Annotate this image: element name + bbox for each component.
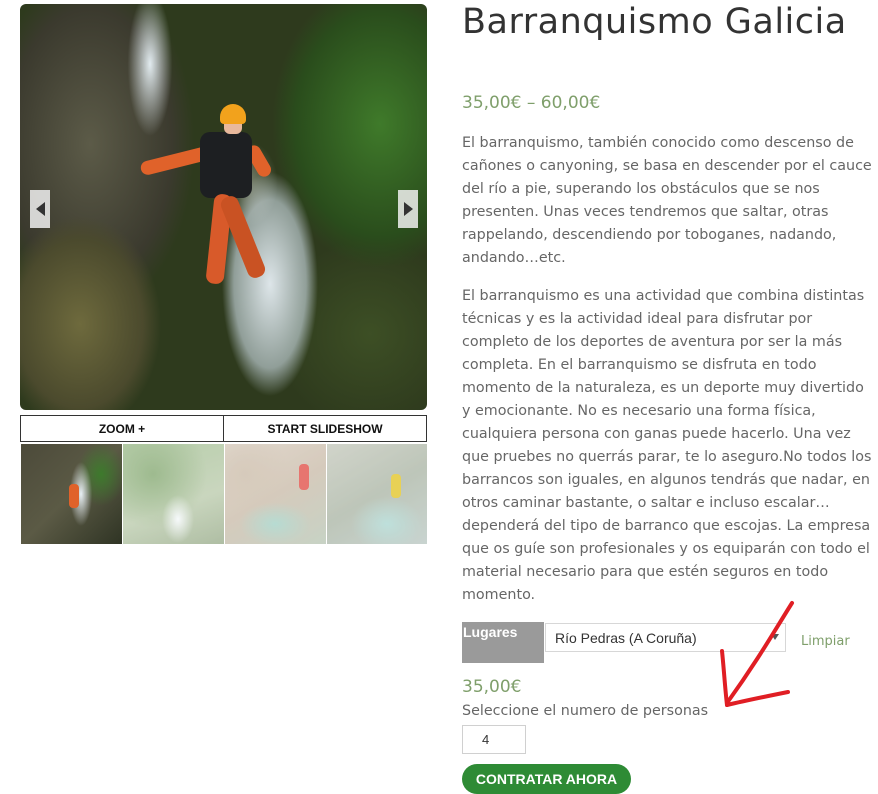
thumbnail-2[interactable] — [123, 444, 224, 544]
buy-now-button[interactable]: CONTRATAR AHORA — [462, 764, 631, 794]
clear-selection-link[interactable]: Limpiar — [801, 634, 850, 649]
gallery-next-button[interactable] — [398, 190, 418, 228]
location-select[interactable]: Río Pedras (A Coruña) — [545, 623, 786, 652]
quantity-input[interactable]: 4 — [462, 725, 526, 754]
slideshow-button[interactable]: START SLIDESHOW — [223, 416, 426, 441]
product-description-paragraph: El barranquismo, también conocido como d… — [462, 135, 872, 266]
chevron-right-icon — [403, 202, 413, 216]
zoom-button[interactable]: ZOOM + — [21, 416, 223, 441]
location-select-value: Río Pedras (A Coruña) — [555, 629, 697, 646]
gallery-controls: ZOOM + START SLIDESHOW — [20, 415, 427, 442]
thumbnail-1[interactable] — [21, 444, 122, 544]
variation-label: Lugares — [462, 622, 544, 663]
quantity-label: Seleccione el numero de personas — [462, 703, 709, 719]
price-range: 35,00€ – 60,00€ — [462, 93, 601, 113]
product-title: Barranquismo Galicia — [462, 2, 847, 42]
thumbnail-strip — [21, 444, 427, 544]
chevron-left-icon — [35, 202, 45, 216]
product-description-paragraph: El barranquismo es una actividad que com… — [462, 288, 872, 603]
selected-price: 35,00€ — [462, 677, 522, 697]
gallery-prev-button[interactable] — [30, 190, 50, 228]
chevron-down-icon — [771, 634, 779, 640]
thumbnail-4[interactable] — [327, 444, 427, 544]
thumbnail-3[interactable] — [225, 444, 326, 544]
product-main-image[interactable] — [20, 4, 427, 410]
